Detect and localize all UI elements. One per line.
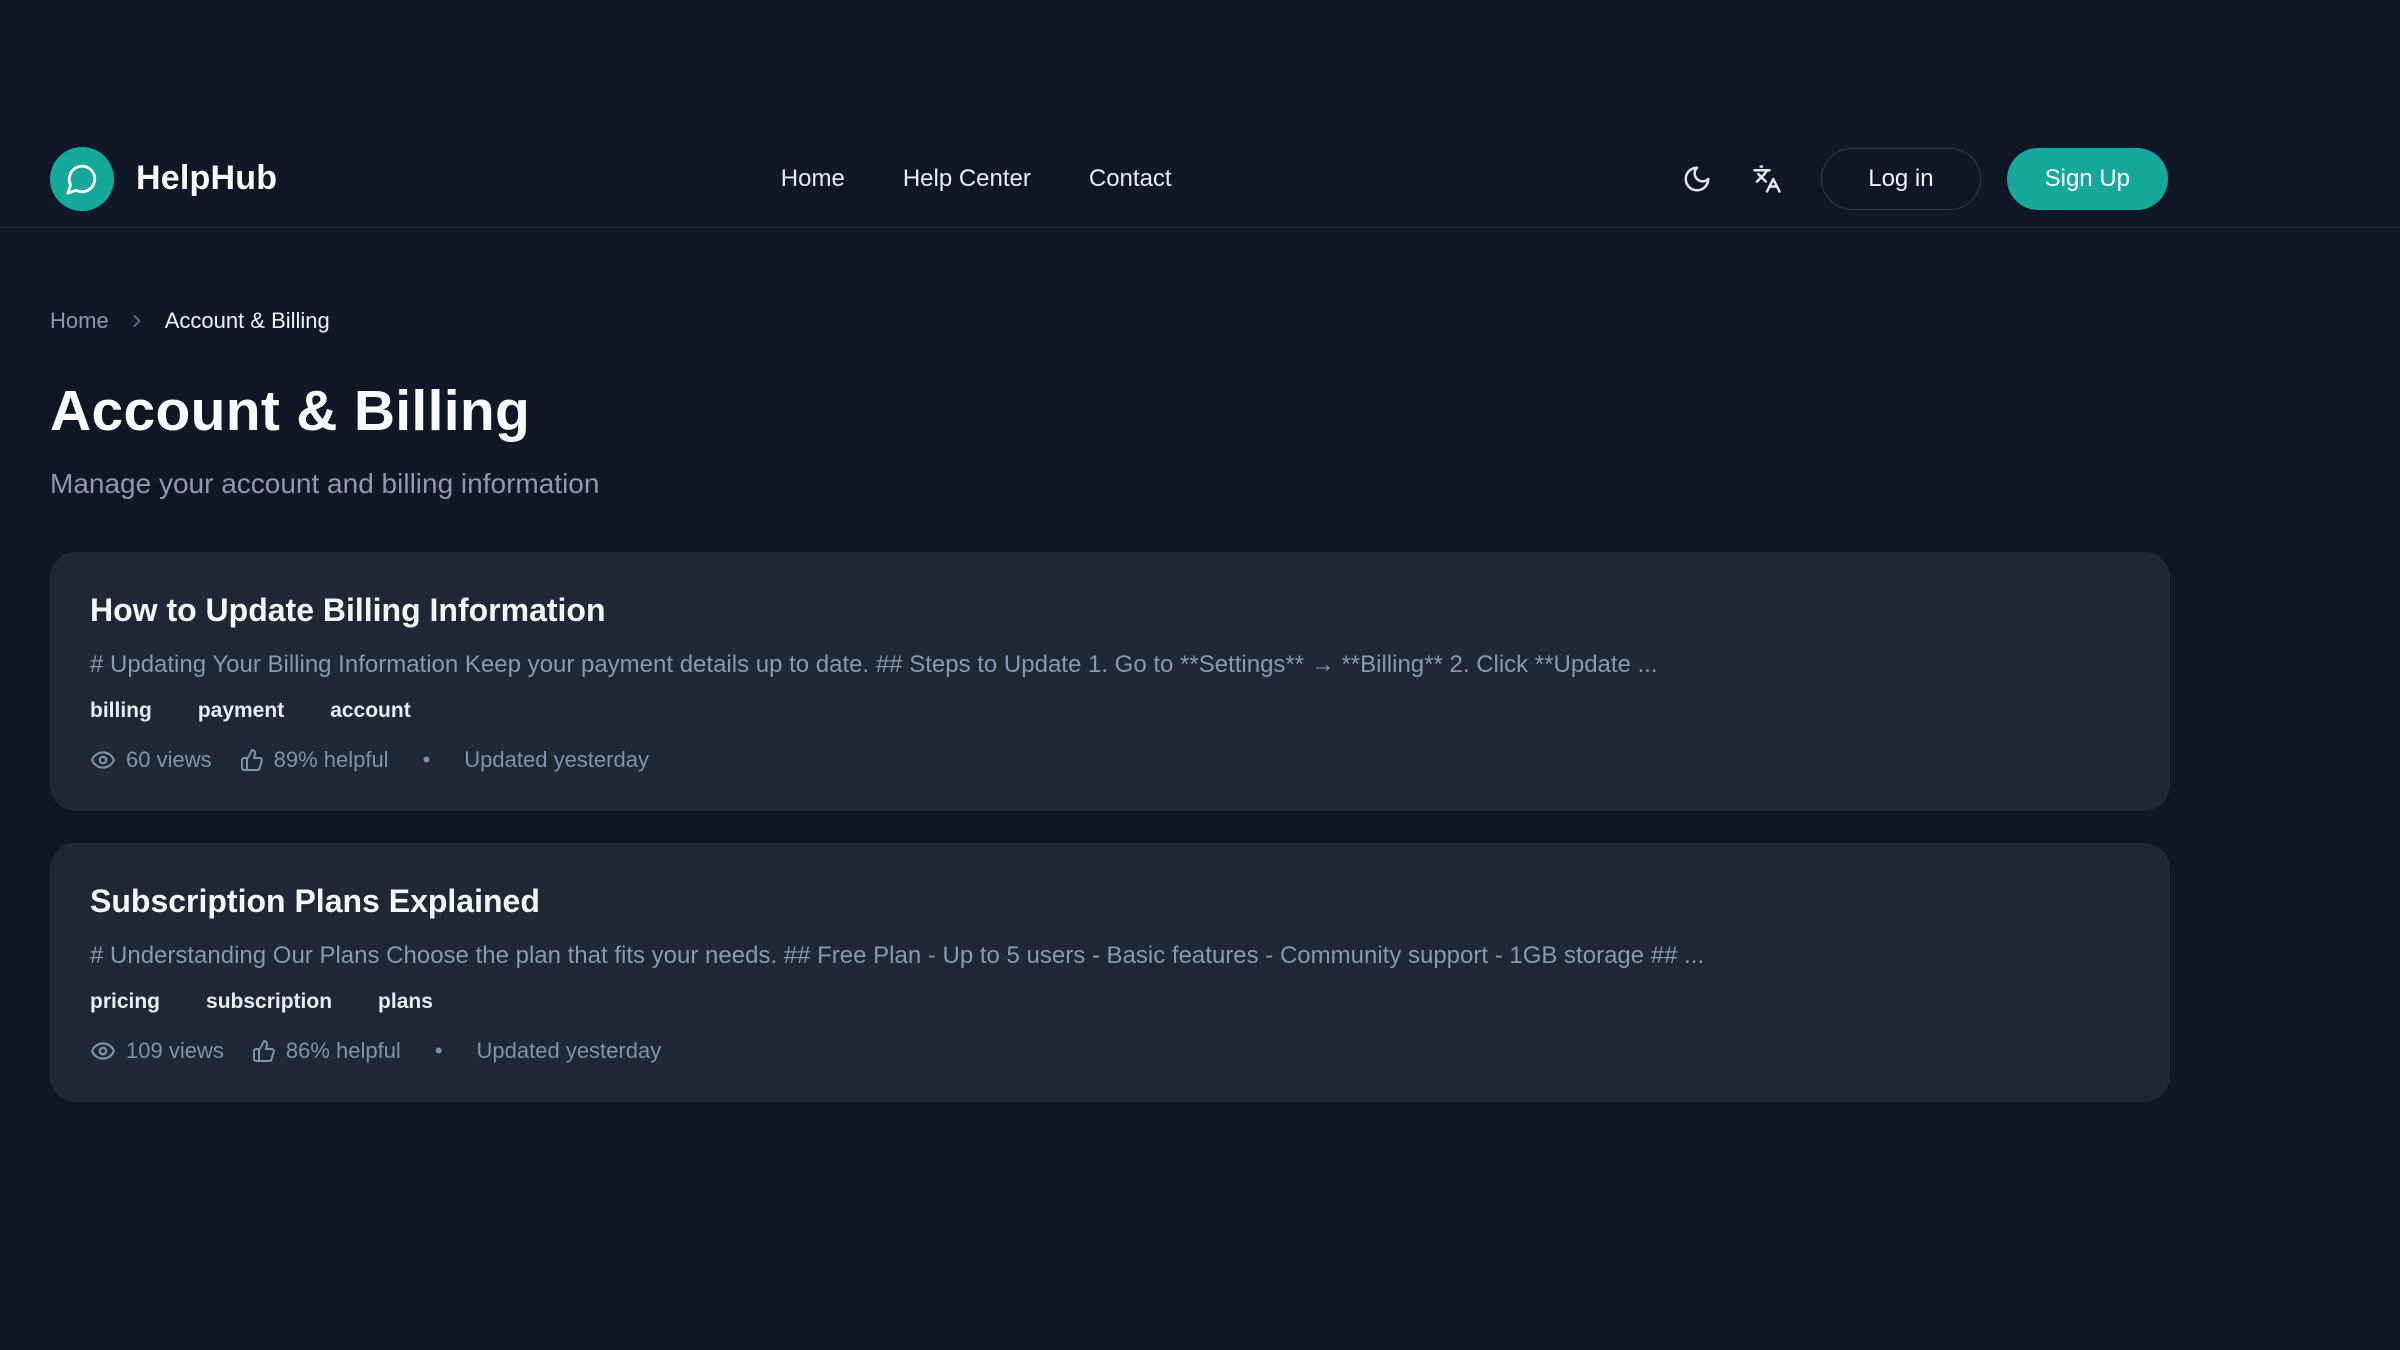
breadcrumb-home[interactable]: Home: [50, 308, 109, 334]
nav-item-help-center[interactable]: Help Center: [903, 165, 1031, 193]
site-header: HelpHub Home Help Center Contact Log in …: [0, 130, 2400, 228]
header-actions: Log in Sign Up: [1675, 148, 2168, 210]
article-tag: pricing: [90, 990, 160, 1014]
views-meta: 60 views: [90, 747, 212, 773]
views-count: 60 views: [126, 747, 212, 773]
nav-item-contact[interactable]: Contact: [1089, 165, 1172, 193]
article-list: How to Update Billing Information # Upda…: [50, 552, 2170, 1102]
views-count: 109 views: [126, 1038, 224, 1064]
helpful-percent: 89% helpful: [274, 747, 389, 773]
page-subtitle: Manage your account and billing informat…: [50, 468, 2170, 500]
article-card[interactable]: Subscription Plans Explained # Understan…: [50, 843, 2170, 1102]
nav-item-home[interactable]: Home: [781, 165, 845, 193]
meta-dot: •: [429, 1038, 449, 1064]
main-nav: Home Help Center Contact: [277, 165, 1675, 193]
chevron-right-icon: [127, 311, 147, 331]
breadcrumb: Home Account & Billing: [50, 308, 2170, 334]
tag-row: pricing subscription plans: [90, 990, 2126, 1014]
article-title: How to Update Billing Information: [90, 590, 2126, 632]
updated-label: Updated yesterday: [477, 1038, 662, 1064]
article-tag: subscription: [206, 990, 332, 1014]
theme-toggle-button[interactable]: [1675, 157, 1719, 201]
thumbs-up-icon: [252, 1039, 276, 1063]
eye-icon: [90, 747, 116, 773]
views-meta: 109 views: [90, 1038, 224, 1064]
article-excerpt: # Updating Your Billing Information Keep…: [90, 648, 2126, 682]
main-content: Home Account & Billing Account & Billing…: [0, 308, 2400, 1102]
languages-icon: [1752, 164, 1782, 194]
message-circle-icon: [50, 147, 114, 211]
article-tag: plans: [378, 990, 433, 1014]
article-tag: account: [330, 699, 411, 723]
article-tag: payment: [198, 699, 284, 723]
article-tag: billing: [90, 699, 152, 723]
article-meta: 60 views 89% helpful • Updated yesterday: [90, 747, 2126, 773]
brand-logo[interactable]: HelpHub: [50, 147, 277, 211]
eye-icon: [90, 1038, 116, 1064]
brand-name: HelpHub: [136, 159, 277, 198]
helpful-meta: 89% helpful: [240, 747, 389, 773]
article-card[interactable]: How to Update Billing Information # Upda…: [50, 552, 2170, 811]
article-title: Subscription Plans Explained: [90, 881, 2126, 923]
meta-dot: •: [417, 747, 437, 773]
breadcrumb-current: Account & Billing: [165, 308, 330, 334]
article-meta: 109 views 86% helpful • Updated yesterda…: [90, 1038, 2126, 1064]
page-title: Account & Billing: [50, 378, 2170, 444]
thumbs-up-icon: [240, 748, 264, 772]
tag-row: billing payment account: [90, 699, 2126, 723]
helpful-meta: 86% helpful: [252, 1038, 401, 1064]
helpful-percent: 86% helpful: [286, 1038, 401, 1064]
moon-icon: [1682, 164, 1712, 194]
signup-button[interactable]: Sign Up: [2007, 148, 2168, 210]
top-spacer: [0, 0, 2400, 130]
article-excerpt: # Understanding Our Plans Choose the pla…: [90, 939, 2126, 973]
language-button[interactable]: [1745, 157, 1789, 201]
login-button[interactable]: Log in: [1821, 148, 1980, 210]
updated-label: Updated yesterday: [464, 747, 649, 773]
